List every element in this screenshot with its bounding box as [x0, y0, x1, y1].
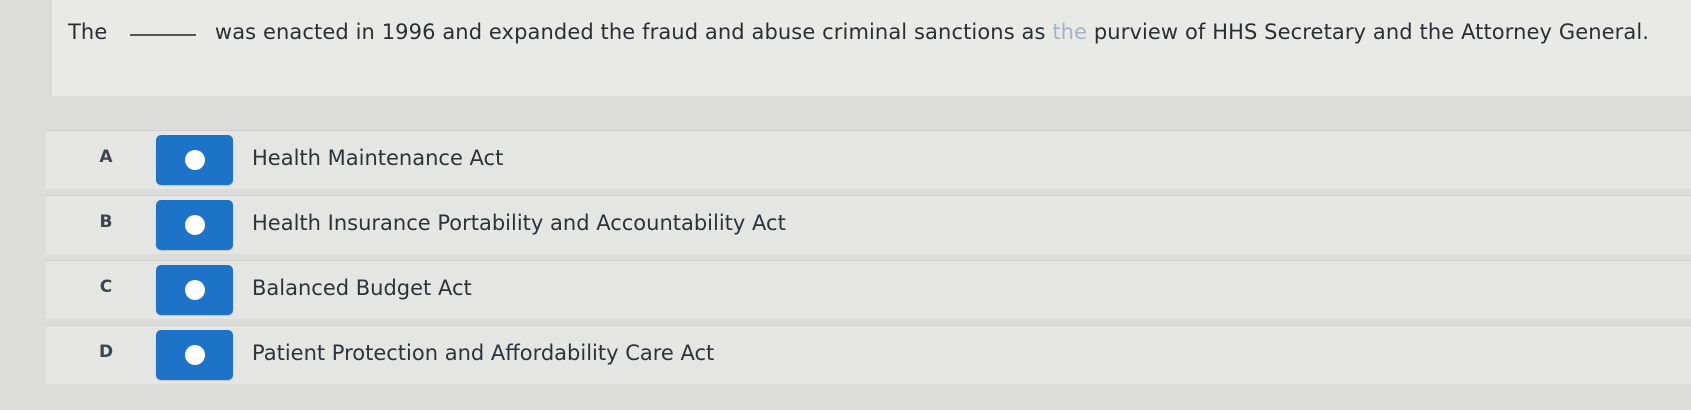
radio-dot-icon — [184, 280, 205, 300]
radio-button-b[interactable] — [156, 200, 233, 250]
radio-dot-icon — [184, 215, 205, 235]
option-letter: A — [99, 147, 113, 167]
question-prefix: The — [68, 20, 108, 44]
radio-button-c[interactable] — [156, 265, 233, 315]
question-panel — [52, 0, 1691, 96]
option-label: Health Maintenance Act — [252, 146, 504, 170]
question-end: purview of HHS Secretary and the Attorne… — [1093, 20, 1650, 44]
option-row-a[interactable]: A Health Maintenance Act — [46, 130, 1691, 189]
option-letter: D — [98, 342, 114, 362]
option-row-b[interactable]: B Health Insurance Portability and Accou… — [46, 195, 1691, 254]
question-text: The was enacted in 1996 and expanded the… — [68, 18, 1678, 46]
radio-dot-icon — [184, 345, 205, 365]
answer-options: A Health Maintenance Act B Health Insura… — [46, 130, 1691, 390]
option-row-c[interactable]: C Balanced Budget Act — [46, 260, 1691, 319]
answer-blank — [130, 34, 197, 36]
radio-button-a[interactable] — [156, 135, 233, 185]
option-label: Patient Protection and Affordability Car… — [252, 341, 715, 365]
radio-dot-icon — [184, 150, 205, 170]
question-suffix: was enacted in 1996 and expanded the fra… — [214, 20, 1046, 44]
option-letter: B — [99, 212, 113, 232]
radio-button-d[interactable] — [156, 330, 233, 380]
option-row-d[interactable]: D Patient Protection and Affordability C… — [46, 325, 1691, 384]
option-label: Health Insurance Portability and Account… — [252, 211, 786, 235]
option-label: Balanced Budget Act — [252, 276, 472, 300]
question-faded-word: the — [1052, 20, 1088, 44]
option-letter: C — [99, 277, 113, 297]
